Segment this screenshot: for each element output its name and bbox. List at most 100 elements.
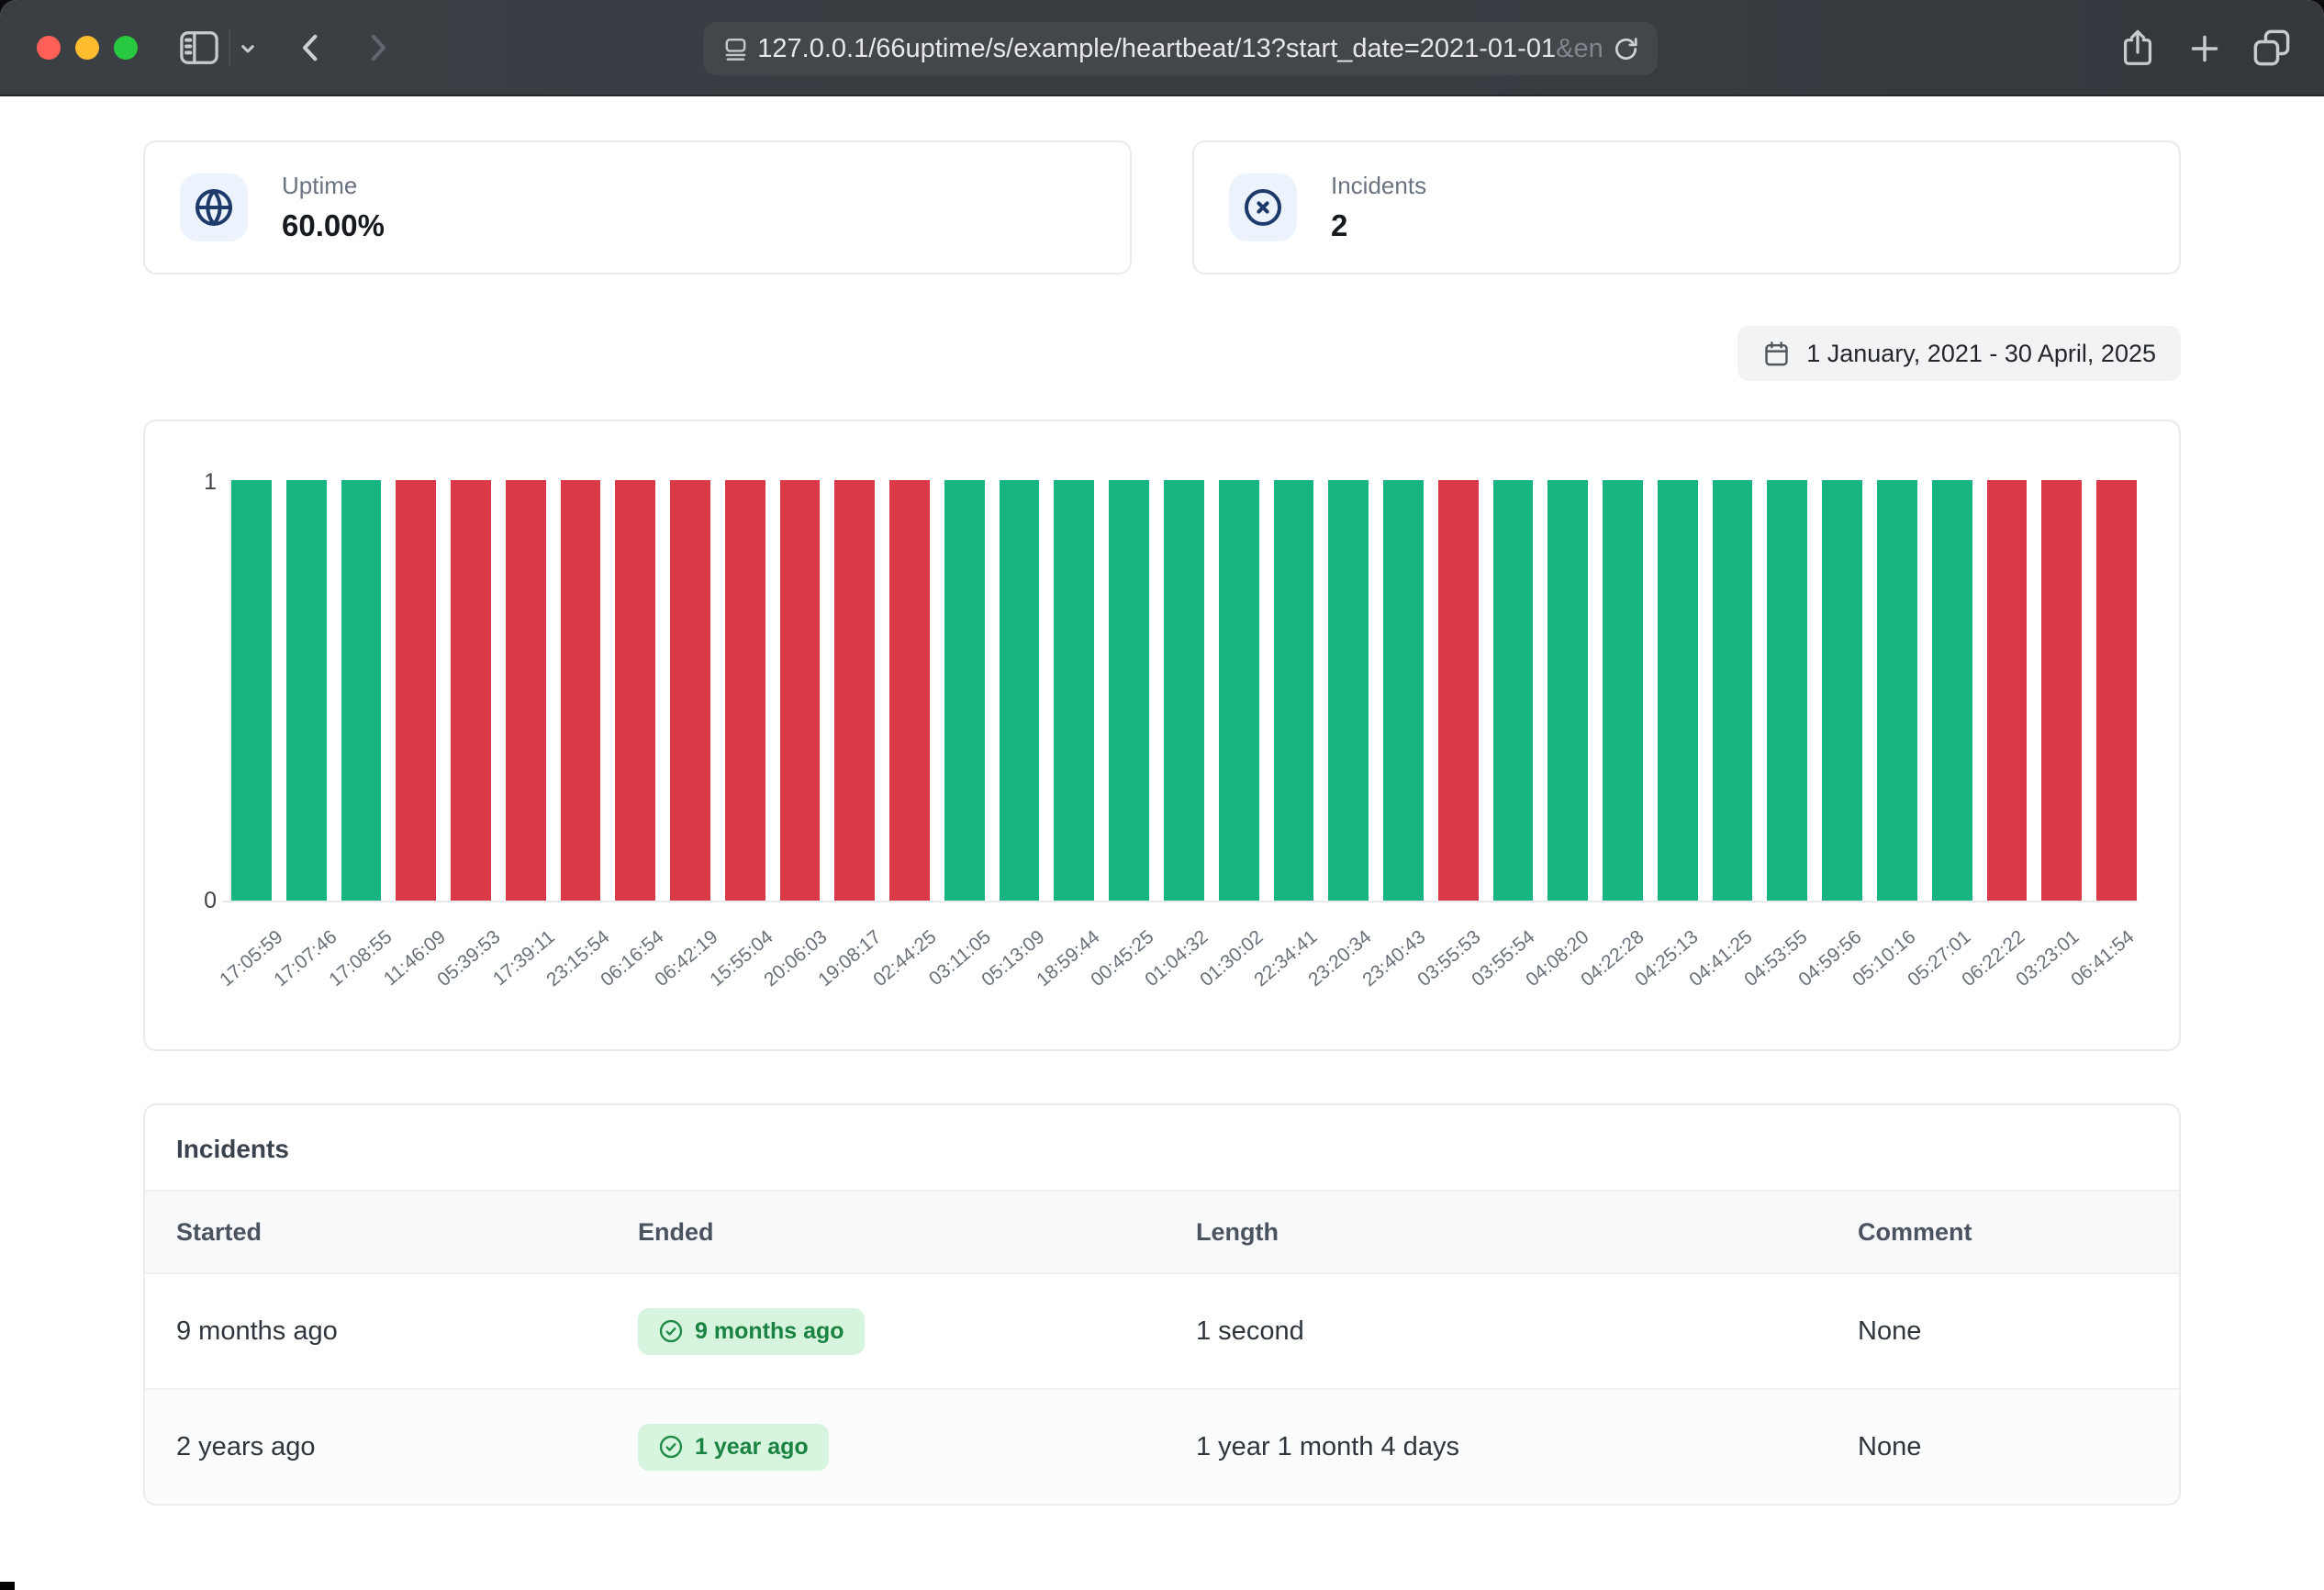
ended-badge: 1 year ago [638, 1424, 829, 1471]
heartbeat-chart-card: 1 0 17:05:5917:07:4617:08:5511:46:0905:3… [143, 420, 2181, 1051]
check-circle-icon [658, 1434, 684, 1460]
heartbeat-bar[interactable] [1658, 480, 1698, 901]
tab-overview-icon [2251, 27, 2293, 69]
heartbeat-bar[interactable] [396, 480, 436, 901]
heartbeat-bar[interactable] [1822, 480, 1862, 901]
heartbeat-bar[interactable] [1713, 480, 1753, 901]
heartbeat-bar[interactable] [1603, 480, 1643, 901]
table-body: 9 months ago9 months ago1 secondNone2 ye… [145, 1274, 2179, 1504]
url-clipped-tail: &en [1556, 34, 1603, 64]
heartbeat-bar[interactable] [670, 480, 710, 901]
table-header-row: StartedEndedLengthComment [145, 1190, 2179, 1274]
heartbeat-bar[interactable] [1547, 480, 1588, 901]
heartbeat-bar[interactable] [1932, 480, 1972, 901]
cell-ended: 1 year ago [607, 1390, 1165, 1504]
heartbeat-bar[interactable] [1164, 480, 1204, 901]
back-button[interactable] [292, 28, 330, 67]
forward-button[interactable] [358, 28, 397, 67]
heartbeat-bar[interactable] [1054, 480, 1094, 901]
daterange-row: 1 January, 2021 - 30 April, 2025 [143, 326, 2181, 381]
browser-window: 127.0.0.1/66uptime/s/example/heartbeat/1… [0, 0, 2324, 1590]
uptime-label: Uptime [282, 172, 385, 200]
heartbeat-bar[interactable] [561, 480, 601, 901]
heartbeat-bar[interactable] [615, 480, 655, 901]
heartbeat-bar[interactable] [1877, 480, 1917, 901]
close-window-button[interactable] [37, 36, 61, 60]
incidents-icon-tile [1229, 174, 1297, 241]
uptime-value: 60.00% [282, 208, 385, 243]
incidents-card: Incidents 2 [1192, 140, 2181, 274]
ended-badge: 9 months ago [638, 1308, 865, 1355]
sidebar-icon [178, 28, 220, 67]
cell-comment: None [1827, 1274, 2179, 1388]
x-axis-line [222, 901, 2138, 902]
y-axis-tick-max: 1 [145, 469, 217, 496]
new-tab-button[interactable] [2184, 28, 2225, 69]
heartbeat-bar[interactable] [451, 480, 491, 901]
heartbeat-bar[interactable] [889, 480, 930, 901]
column-header: Started [145, 1192, 607, 1272]
column-header: Length [1165, 1192, 1827, 1272]
address-bar[interactable]: 127.0.0.1/66uptime/s/example/heartbeat/1… [703, 22, 1658, 75]
cell-comment: None [1827, 1390, 2179, 1504]
heartbeat-bar[interactable] [1767, 480, 1807, 901]
globe-icon [193, 186, 235, 229]
incidents-text: Incidents 2 [1331, 172, 1426, 243]
stats-row: Uptime 60.00% Incidents [143, 140, 2181, 274]
heartbeat-bar[interactable] [1219, 480, 1259, 901]
cell-started: 9 months ago [145, 1274, 607, 1388]
forward-icon [358, 28, 397, 67]
check-circle-icon [658, 1318, 684, 1344]
uptime-text: Uptime 60.00% [282, 172, 385, 243]
cell-length: 1 year 1 month 4 days [1165, 1390, 1827, 1504]
column-header: Comment [1827, 1192, 2179, 1272]
incidents-value: 2 [1331, 208, 1426, 243]
table-row: 9 months ago9 months ago1 secondNone [145, 1274, 2179, 1388]
reload-button[interactable] [1611, 34, 1641, 64]
heartbeat-bar[interactable] [1383, 480, 1424, 901]
heartbeat-bar[interactable] [2041, 480, 2082, 901]
x-circle-icon [1242, 186, 1284, 229]
heartbeat-bar[interactable] [231, 480, 272, 901]
heartbeat-bar[interactable] [834, 480, 875, 901]
heartbeat-bar[interactable] [1493, 480, 1534, 901]
heartbeat-bars [231, 480, 2137, 901]
page-body: Uptime 60.00% Incidents [0, 96, 2324, 1590]
heartbeat-bar[interactable] [2096, 480, 2137, 901]
toolbar-divider [229, 28, 230, 67]
reload-icon [1611, 34, 1641, 64]
share-icon [2117, 27, 2159, 69]
y-axis-tick-min: 0 [145, 888, 217, 914]
sidebar-menu-chevron[interactable] [235, 36, 261, 62]
heartbeat-bar[interactable] [1109, 480, 1149, 901]
date-range-label: 1 January, 2021 - 30 April, 2025 [1806, 340, 2156, 368]
table-row: 2 years ago 1 year ago 1 year 1 month 4 da… [145, 1388, 2179, 1504]
cell-started: 2 years ago [145, 1390, 607, 1504]
heartbeat-bar[interactable] [1438, 480, 1479, 901]
x-axis-labels: 17:05:5917:07:4617:08:5511:46:0905:39:53… [231, 915, 2137, 1046]
heartbeat-bar[interactable] [341, 480, 382, 901]
tab-overview-button[interactable] [2251, 27, 2293, 69]
incidents-label: Incidents [1331, 172, 1426, 200]
heartbeat-bar[interactable] [1274, 480, 1314, 901]
heartbeat-bar[interactable] [780, 480, 821, 901]
heartbeat-bar[interactable] [286, 480, 327, 901]
ended-badge-label: 9 months ago [695, 1318, 844, 1345]
heartbeat-bar[interactable] [725, 480, 765, 901]
heartbeat-bar[interactable] [1328, 480, 1369, 901]
calendar-icon [1762, 340, 1791, 368]
uptime-card: Uptime 60.00% [143, 140, 1132, 274]
sidebar-toggle-button[interactable] [178, 28, 220, 67]
minimize-window-button[interactable] [75, 36, 99, 60]
heartbeat-bar[interactable] [506, 480, 546, 901]
heartbeat-bar[interactable] [1000, 480, 1040, 901]
column-header: Ended [607, 1192, 1165, 1272]
browser-toolbar: 127.0.0.1/66uptime/s/example/heartbeat/1… [0, 0, 2324, 96]
date-range-picker[interactable]: 1 January, 2021 - 30 April, 2025 [1737, 326, 2181, 381]
url-text: 127.0.0.1/66uptime/s/example/heartbeat/1… [703, 22, 1658, 75]
incidents-table-title: Incidents [145, 1105, 2179, 1190]
heartbeat-bar[interactable] [1987, 480, 2028, 901]
zoom-window-button[interactable] [114, 36, 138, 60]
heartbeat-bar[interactable] [944, 480, 985, 901]
share-button[interactable] [2117, 27, 2159, 69]
